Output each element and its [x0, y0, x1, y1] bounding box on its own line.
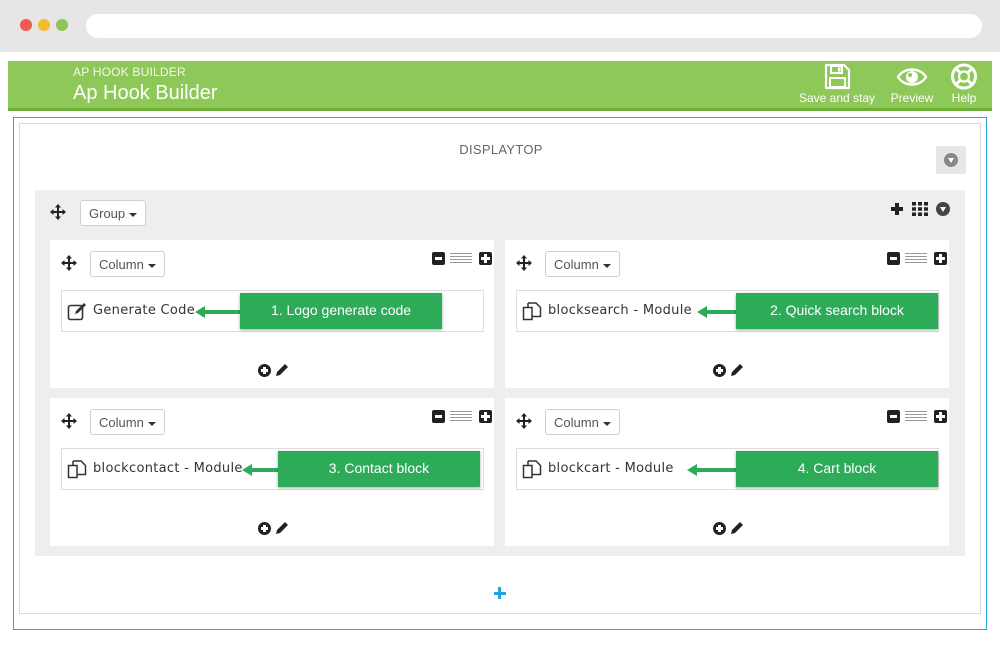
callout-arrow	[195, 306, 241, 318]
reduce-width-icon[interactable]	[432, 410, 445, 423]
group-dropdown-label: Group	[89, 206, 126, 221]
save-and-stay-button[interactable]: Save and stay	[794, 63, 880, 107]
add-column-icon[interactable]	[890, 202, 904, 216]
column-card: Column blockcart - Module 4. Cart block	[505, 398, 949, 546]
callout-arrow	[687, 464, 737, 476]
increase-width-icon[interactable]	[934, 252, 947, 265]
widget-item[interactable]: blocksearch - Module 2. Quick search blo…	[516, 290, 939, 332]
width-bar-icon	[905, 253, 927, 265]
column-card: Column Generate Code 1. Logo generate co…	[50, 240, 494, 388]
arrow-circle-down-icon	[944, 153, 958, 167]
width-bar-icon	[450, 253, 472, 265]
floppy-disk-icon	[824, 63, 851, 90]
widget-label: blocksearch - Module	[548, 303, 692, 318]
increase-width-icon[interactable]	[479, 252, 492, 265]
callout-label: 2. Quick search block	[736, 293, 938, 329]
pencil-icon[interactable]	[275, 363, 289, 377]
widget-item[interactable]: Generate Code 1. Logo generate code	[61, 290, 484, 332]
caret-down-icon	[129, 212, 138, 217]
caret-down-icon	[602, 421, 611, 426]
eye-icon	[896, 68, 928, 86]
grid-icon[interactable]	[912, 202, 928, 216]
increase-width-icon[interactable]	[934, 410, 947, 423]
widget-label: blockcontact - Module	[93, 461, 243, 476]
reduce-width-icon[interactable]	[887, 410, 900, 423]
hook-collapse-button[interactable]	[936, 146, 966, 174]
copy-icon	[522, 302, 542, 321]
widget-label: blockcart - Module	[548, 461, 674, 476]
copy-icon	[67, 460, 87, 479]
callout-arrow	[697, 306, 737, 318]
move-icon[interactable]	[516, 413, 532, 429]
move-icon[interactable]	[61, 255, 77, 271]
window-close-dot[interactable]	[20, 19, 32, 31]
browser-chrome	[0, 0, 1000, 52]
reduce-width-icon[interactable]	[887, 252, 900, 265]
help-label: Help	[951, 91, 977, 105]
increase-width-icon[interactable]	[479, 410, 492, 423]
group-row: Group Column Generate Code 1. Logo gener…	[35, 190, 965, 556]
callout-label: 3. Contact block	[278, 451, 480, 487]
save-and-stay-label: Save and stay	[798, 91, 876, 105]
page-title: Ap Hook Builder	[73, 82, 218, 104]
column-dropdown[interactable]: Column	[545, 251, 620, 277]
window-maximize-dot[interactable]	[56, 19, 68, 31]
column-dropdown-label: Column	[99, 257, 144, 272]
pencil-icon[interactable]	[730, 521, 744, 535]
add-widget-icon[interactable]	[258, 364, 271, 377]
caret-down-icon	[602, 263, 611, 268]
window-minimize-dot[interactable]	[38, 19, 50, 31]
help-button[interactable]: Help	[946, 63, 982, 107]
widget-item[interactable]: blockcontact - Module 3. Contact block	[61, 448, 484, 490]
edit-icon	[67, 303, 86, 321]
copy-icon	[522, 460, 542, 479]
caret-down-icon	[147, 421, 156, 426]
move-icon[interactable]	[516, 255, 532, 271]
group-collapse-icon[interactable]	[936, 202, 950, 216]
preview-label: Preview	[890, 91, 934, 105]
column-card: Column blocksearch - Module 2. Quick sea…	[505, 240, 949, 388]
column-dropdown[interactable]: Column	[545, 409, 620, 435]
callout-label: 1. Logo generate code	[240, 293, 442, 329]
preview-button[interactable]: Preview	[886, 63, 938, 107]
width-bar-icon	[905, 411, 927, 423]
hook-name: DISPLAYTOP	[459, 142, 543, 157]
column-dropdown[interactable]: Column	[90, 409, 165, 435]
add-group-icon[interactable]	[493, 586, 507, 600]
group-dropdown[interactable]: Group	[80, 200, 147, 226]
column-dropdown[interactable]: Column	[90, 251, 165, 277]
pencil-icon[interactable]	[730, 363, 744, 377]
width-bar-icon	[450, 411, 472, 423]
page-header: AP HOOK BUILDER Ap Hook Builder Save and…	[8, 61, 992, 111]
widget-item[interactable]: blockcart - Module 4. Cart block	[516, 448, 939, 490]
add-widget-icon[interactable]	[713, 364, 726, 377]
lifebuoy-icon	[951, 63, 977, 90]
pencil-icon[interactable]	[275, 521, 289, 535]
add-widget-icon[interactable]	[713, 522, 726, 535]
header-subtitle: AP HOOK BUILDER	[73, 65, 186, 79]
move-icon[interactable]	[50, 204, 66, 220]
callout-label: 4. Cart block	[736, 451, 938, 487]
address-bar[interactable]	[86, 14, 982, 38]
column-card: Column blockcontact - Module 3. Contact …	[50, 398, 494, 546]
widget-label: Generate Code	[93, 303, 196, 318]
reduce-width-icon[interactable]	[432, 252, 445, 265]
move-icon[interactable]	[61, 413, 77, 429]
column-dropdown-label: Column	[554, 415, 599, 430]
column-dropdown-label: Column	[554, 257, 599, 272]
caret-down-icon	[147, 263, 156, 268]
callout-arrow	[242, 464, 279, 476]
column-dropdown-label: Column	[99, 415, 144, 430]
add-widget-icon[interactable]	[258, 522, 271, 535]
